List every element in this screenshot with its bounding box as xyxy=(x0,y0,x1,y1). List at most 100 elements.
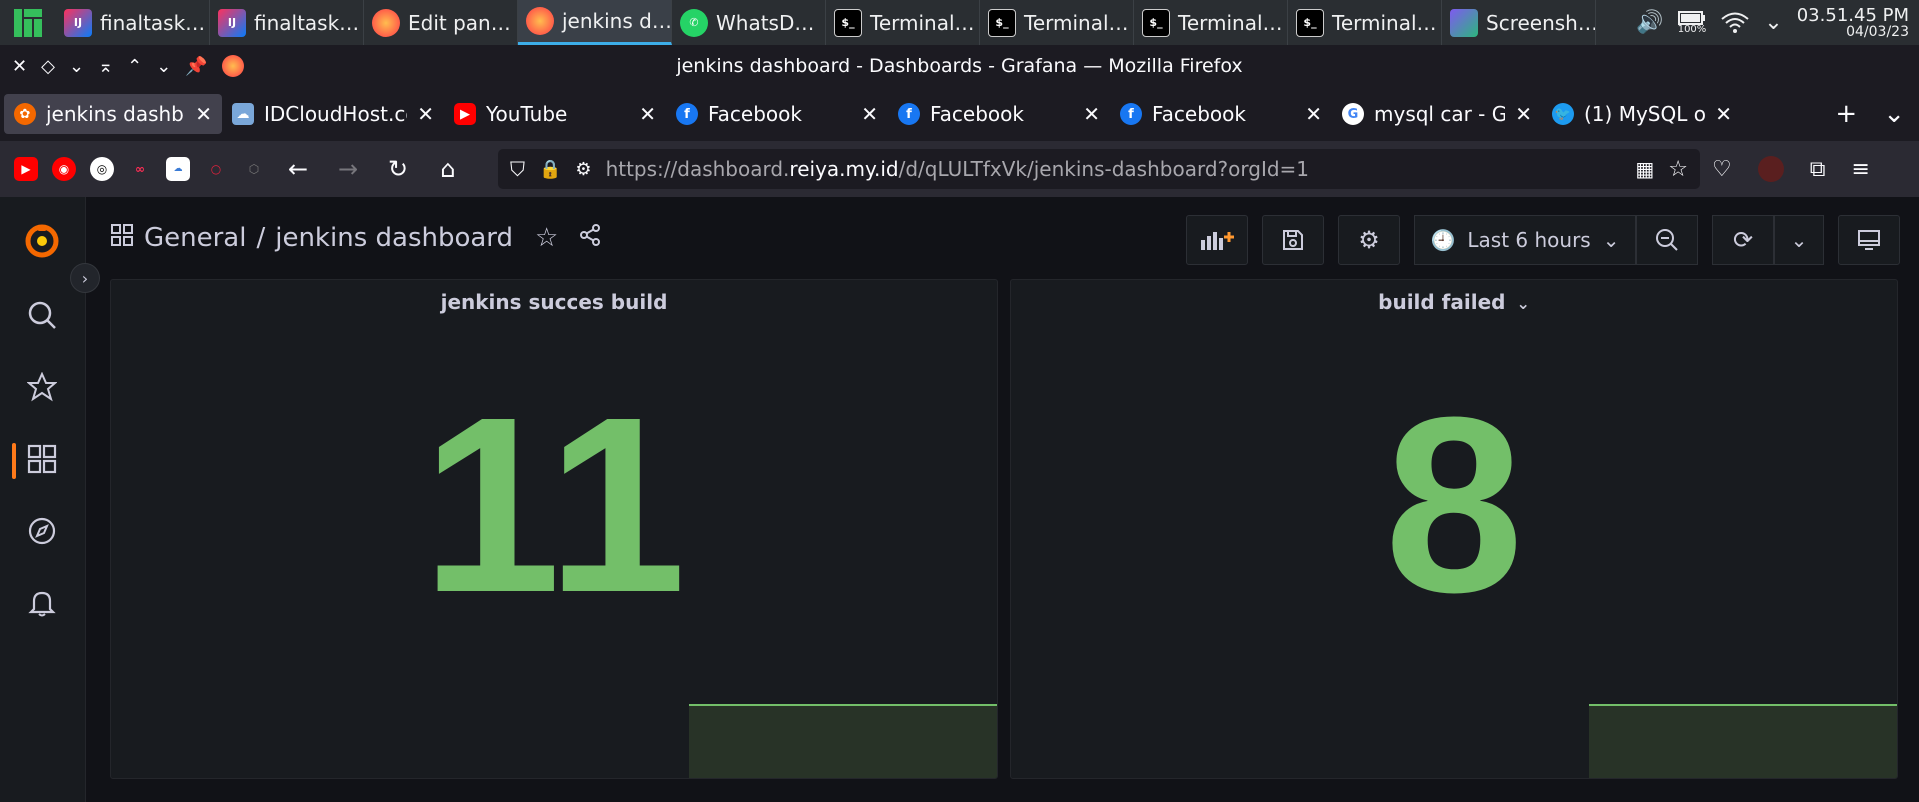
window-controls: ✕ ◇ ⌄ ⌅ ⌃ ⌄ 📌 xyxy=(0,55,300,77)
task-firefox-edit[interactable]: Edit pan… xyxy=(364,0,518,45)
breadcrumb-folder[interactable]: General xyxy=(144,223,246,253)
time-range-button[interactable]: 🕘 Last 6 hours ⌄ xyxy=(1414,215,1636,265)
hamburger-menu-icon[interactable]: ≡ xyxy=(1851,157,1869,182)
task-terminal-2[interactable]: $_ Terminal… xyxy=(980,0,1134,45)
task-label: Terminal… xyxy=(1178,10,1283,35)
alerting-bell-icon[interactable] xyxy=(20,581,64,625)
task-intellij-1[interactable]: IJ finaltask… xyxy=(56,0,210,45)
dashboard-title[interactable]: jenkins dashboard xyxy=(275,223,513,253)
diamond-icon[interactable]: ◇ xyxy=(41,56,55,77)
share-icon[interactable] xyxy=(578,223,602,254)
starred-icon[interactable] xyxy=(20,365,64,409)
profile-icon[interactable] xyxy=(1757,156,1784,182)
new-tab-icon[interactable]: + xyxy=(1835,99,1857,129)
tab-twitter[interactable]: 🐦 (1) MySQL on Twitter ✕ xyxy=(1542,94,1742,134)
home-icon[interactable]: ⌂ xyxy=(430,155,466,183)
tab-facebook-2[interactable]: f Facebook ✕ xyxy=(888,94,1110,134)
refresh-button[interactable]: ⟳ xyxy=(1712,215,1774,265)
url-bar[interactable]: ⛉ 🔒 ⚙ https://dashboard.reiya.my.id/d/qL… xyxy=(498,149,1700,189)
shield-icon[interactable]: ⛉ xyxy=(510,157,525,181)
close-icon[interactable]: ✕ xyxy=(1305,102,1322,126)
grafana-logo-icon[interactable] xyxy=(20,219,64,263)
app-launcher-icon[interactable] xyxy=(0,0,56,45)
tab-youtube[interactable]: ▶ YouTube ✕ xyxy=(444,94,666,134)
close-icon[interactable]: ✕ xyxy=(417,102,434,126)
task-whatsapp[interactable]: ✆ WhatsD… xyxy=(672,0,826,45)
opera-bookmark-icon[interactable]: ○ xyxy=(204,157,228,181)
view-mode-button[interactable] xyxy=(1838,215,1900,265)
dev-bookmark-icon[interactable]: ∞ xyxy=(128,157,152,181)
wifi-icon[interactable] xyxy=(1720,11,1750,35)
list-all-tabs-icon[interactable]: ⌄ xyxy=(1883,99,1905,129)
minimize-icon[interactable]: ⌄ xyxy=(69,56,84,77)
task-terminal-4[interactable]: $_ Terminal… xyxy=(1288,0,1442,45)
youtube-bookmark-icon[interactable]: ▶ xyxy=(14,157,38,181)
qr-code-icon[interactable]: ▦ xyxy=(1635,157,1654,181)
url-text[interactable]: https://dashboard.reiya.my.id/d/qLULTfxV… xyxy=(606,157,1622,181)
chevron-down-icon[interactable]: ⌄ xyxy=(1764,10,1782,35)
tab-jenkins-dashboard[interactable]: ✿ jenkins dashboard ✕ xyxy=(4,94,222,134)
chevron-down-icon[interactable]: ⌄ xyxy=(1516,294,1529,313)
explore-icon[interactable] xyxy=(20,509,64,553)
close-icon[interactable]: ✕ xyxy=(195,102,212,126)
youtube-music-bookmark-icon[interactable]: ◉ xyxy=(52,157,76,181)
tab-idcloudhost[interactable]: ☁ IDCloudHost.com ✕ xyxy=(222,94,444,134)
task-firefox-jenkins[interactable]: jenkins d… xyxy=(518,0,672,45)
tab-facebook-1[interactable]: f Facebook ✕ xyxy=(666,94,888,134)
github-bookmark-icon[interactable]: ◎ xyxy=(90,157,114,181)
forward-icon[interactable]: → xyxy=(330,155,366,183)
firefox-icon xyxy=(526,7,554,35)
task-terminal-1[interactable]: $_ Terminal… xyxy=(826,0,980,45)
volume-icon[interactable]: 🔊 xyxy=(1636,10,1663,35)
panel-build-failed[interactable]: build failed ⌄ 8 xyxy=(1010,279,1898,779)
permissions-icon[interactable]: ⚙ xyxy=(575,159,591,180)
clock[interactable]: 03.51.45 PM 04/03/23 xyxy=(1797,6,1909,40)
window-titlebar: ✕ ◇ ⌄ ⌅ ⌃ ⌄ 📌 jenkins dashboard - Dashbo… xyxy=(0,45,1919,87)
extension-bookmark-icon[interactable]: ⬡ xyxy=(242,157,266,181)
close-icon[interactable]: ✕ xyxy=(639,102,656,126)
pin-icon[interactable]: 📌 xyxy=(185,56,207,77)
dashboard-navbar: General / jenkins dashboard ☆ ⚙ 🕘 Last 6… xyxy=(110,215,1900,265)
tab-facebook-3[interactable]: f Facebook ✕ xyxy=(1110,94,1332,134)
tab-google-search[interactable]: G mysql car - Google ✕ xyxy=(1332,94,1542,134)
task-terminal-3[interactable]: $_ Terminal… xyxy=(1134,0,1288,45)
task-intellij-2[interactable]: IJ finaltask… xyxy=(210,0,364,45)
chevron-right-icon[interactable]: › xyxy=(70,263,100,293)
star-icon[interactable]: ☆ xyxy=(535,223,558,253)
google-icon: G xyxy=(1342,103,1364,125)
panel-success-build[interactable]: jenkins succes build 11 xyxy=(110,279,998,779)
add-panel-button[interactable] xyxy=(1186,215,1248,265)
dashboards-icon[interactable] xyxy=(20,437,64,481)
panel-title[interactable]: jenkins succes build xyxy=(111,290,997,314)
bookmark-star-icon[interactable]: ☆ xyxy=(1668,157,1688,182)
dashboard-settings-button[interactable]: ⚙ xyxy=(1338,215,1400,265)
keep-above-icon[interactable]: ⌅ xyxy=(98,56,113,77)
close-icon[interactable]: ✕ xyxy=(861,102,878,126)
refresh-interval-button[interactable]: ⌄ xyxy=(1774,215,1824,265)
zoom-out-button[interactable] xyxy=(1636,215,1698,265)
close-icon[interactable]: ✕ xyxy=(1715,102,1732,126)
task-screenshot[interactable]: Screensh… xyxy=(1442,0,1596,45)
clock-date: 04/03/23 xyxy=(1846,23,1909,40)
battery-icon[interactable]: 100% xyxy=(1678,10,1706,35)
reload-icon[interactable]: ↻ xyxy=(380,155,416,183)
back-icon[interactable]: ← xyxy=(280,155,316,183)
panel-title[interactable]: build failed ⌄ xyxy=(1011,290,1897,314)
tab-label: mysql car - Google xyxy=(1374,102,1506,126)
lock-icon[interactable]: 🔒 xyxy=(539,159,561,180)
cloud-bookmark-icon[interactable]: ☁ xyxy=(166,157,190,181)
tabstrip-actions: + ⌄ xyxy=(1835,99,1919,129)
close-icon[interactable]: ✕ xyxy=(1083,102,1100,126)
close-icon[interactable]: ✕ xyxy=(1515,102,1532,126)
shade-icon[interactable]: ⌄ xyxy=(156,56,171,77)
extensions-icon[interactable]: ⧉ xyxy=(1810,157,1826,182)
close-icon[interactable]: ✕ xyxy=(12,56,27,77)
pocket-icon[interactable]: ♡ xyxy=(1712,157,1732,182)
chevron-down-icon: ⌄ xyxy=(1602,228,1620,252)
search-icon[interactable] xyxy=(20,293,64,337)
maximize-icon[interactable]: ⌃ xyxy=(127,56,142,77)
refresh-picker: ⟳ ⌄ xyxy=(1712,215,1824,265)
dashboards-grid-icon[interactable] xyxy=(110,223,134,254)
save-dashboard-button[interactable] xyxy=(1262,215,1324,265)
grafana-icon: ✿ xyxy=(14,103,36,125)
